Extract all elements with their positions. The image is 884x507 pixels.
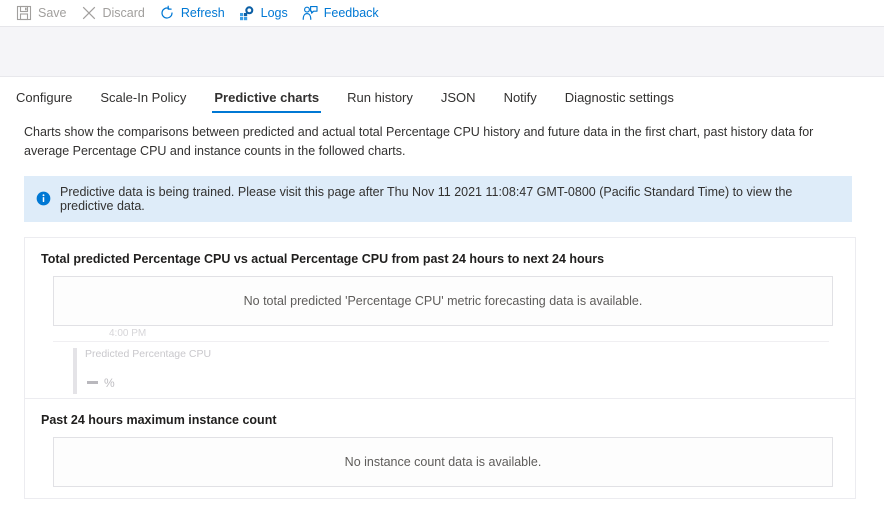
tab-notify[interactable]: Notify xyxy=(490,86,551,113)
chart-card-title: Total predicted Percentage CPU vs actual… xyxy=(41,251,605,266)
info-icon xyxy=(36,191,51,206)
tab-diagnostic-settings[interactable]: Diagnostic settings xyxy=(551,86,688,113)
chart-empty-message: No total predicted 'Percentage CPU' metr… xyxy=(243,293,643,308)
page-description: Charts show the comparisons between pred… xyxy=(24,125,814,159)
logs-button[interactable]: Logs xyxy=(235,0,298,26)
logs-button-label: Logs xyxy=(260,5,288,20)
chart-area-instance-count: No instance count data is available. xyxy=(53,436,833,487)
predictive-charts-panel: Total predicted Percentage CPU vs actual… xyxy=(24,236,856,499)
tab-configure[interactable]: Configure xyxy=(2,86,86,113)
feedback-button-label: Feedback xyxy=(323,5,379,20)
tab-run-history[interactable]: Run history xyxy=(333,86,427,113)
command-toolbar: Save Discard Refresh Logs Feedback xyxy=(0,0,884,26)
refresh-button-label: Refresh xyxy=(180,5,225,20)
chart-area-total-predicted-cpu: No total predicted 'Percentage CPU' metr… xyxy=(53,275,833,326)
chart-card-instance-count: Past 24 hours maximum instance count No … xyxy=(25,399,855,487)
refresh-icon xyxy=(159,5,175,21)
save-icon xyxy=(16,5,32,21)
content-spacer-band xyxy=(0,27,884,77)
info-banner: Predictive data is being trained. Please… xyxy=(24,175,852,222)
discard-button[interactable]: Discard xyxy=(77,0,155,26)
tab-bar: Configure Scale-In Policy Predictive cha… xyxy=(0,81,884,113)
chart-legend-unit: % xyxy=(104,375,115,390)
discard-button-label: Discard xyxy=(102,5,145,20)
save-button-label: Save xyxy=(38,5,67,20)
save-button[interactable]: Save xyxy=(12,0,77,26)
tab-json[interactable]: JSON xyxy=(427,86,490,113)
tab-scale-in-policy[interactable]: Scale-In Policy xyxy=(86,86,200,113)
chart-legend-dash-icon xyxy=(87,381,98,385)
discard-icon xyxy=(81,5,97,21)
refresh-button[interactable]: Refresh xyxy=(155,0,235,26)
chart-legend-label: Predicted Percentage CPU xyxy=(85,347,212,360)
chart-card-total-predicted-cpu: Total predicted Percentage CPU vs actual… xyxy=(25,238,855,398)
chart-legend-accent-bar xyxy=(73,347,77,394)
chart-card-title: Past 24 hours maximum instance count xyxy=(41,412,277,427)
chart-legend-value: % xyxy=(87,376,115,390)
feedback-button[interactable]: Feedback xyxy=(298,0,389,26)
feedback-icon xyxy=(302,5,318,21)
chart-empty-message: No instance count data is available. xyxy=(344,454,542,469)
chart-x-axis-tick-label: 4:00 PM xyxy=(109,327,147,339)
logs-icon xyxy=(239,5,255,21)
tab-predictive-charts[interactable]: Predictive charts xyxy=(200,86,333,113)
info-banner-message: Predictive data is being trained. Please… xyxy=(60,184,793,213)
chart-axis-line xyxy=(53,340,829,342)
chart-ghost-remnants: 4:00 PM Predicted Percentage CPU % xyxy=(53,326,855,398)
